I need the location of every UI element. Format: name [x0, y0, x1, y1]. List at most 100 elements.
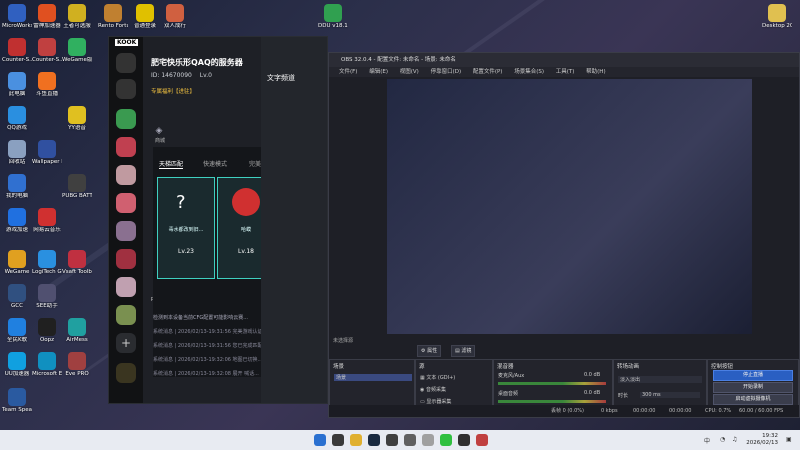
network-icon[interactable]: ◔ [720, 436, 725, 443]
desktop-icon-5[interactable]: 回收站 [2, 140, 32, 166]
desktop-icon-top-2[interactable]: 普通登录 [130, 4, 160, 30]
desktop-icon-c3-6[interactable]: AirMess [62, 318, 92, 344]
desktop-icon-2[interactable]: Counter-S... [2, 38, 32, 64]
server-avatar[interactable] [116, 165, 136, 185]
server-avatar[interactable] [116, 221, 136, 241]
server-avatar[interactable] [116, 193, 136, 213]
menu-file[interactable]: 文件(F) [339, 69, 357, 75]
desktop-icon-c2-5[interactable]: 网易云音乐 [32, 208, 62, 234]
desktop-icon-6[interactable]: 我的电脑 [2, 174, 32, 200]
player-avatar-icon [232, 188, 260, 216]
app-icon [8, 106, 26, 124]
wechat-icon[interactable] [440, 434, 452, 446]
mixer-channel-db: 0.0 dB [584, 390, 601, 396]
start-recording-button[interactable]: 开始录制 [713, 382, 793, 393]
taskbar: 中 ◔ ♫ 19:32 2026/02/13 ▣ [0, 430, 800, 450]
file-explorer-icon[interactable] [350, 434, 362, 446]
desktop-icon-c2-6[interactable]: LogiTech G HUB [32, 250, 62, 276]
desktop-icon-10[interactable]: 全民K歌 [2, 318, 32, 344]
source-item[interactable]: ◉ 音频采集 [420, 386, 446, 393]
desktop-icon-8[interactable]: WeGame [2, 250, 32, 276]
shop-icon[interactable]: ◈ [153, 125, 165, 137]
menu-edit[interactable]: 编辑(E) [369, 69, 388, 75]
server-avatar[interactable] [116, 363, 136, 383]
clock[interactable]: 19:32 2026/02/13 [746, 433, 778, 447]
app-icon [38, 72, 56, 90]
desktop-icon-c3-4[interactable]: PUBG BATTLEGR... [62, 174, 92, 200]
stop-streaming-button[interactable]: 停止直播 [713, 370, 793, 381]
desktop-icon-c2-4[interactable]: Wallpaper Engine [32, 140, 62, 166]
mixer-channel-name: 麦克风/Aux [498, 373, 525, 379]
menu-scene-collection[interactable]: 场景集合(S) [514, 69, 544, 75]
server-avatar[interactable] [116, 277, 136, 297]
desktop-icon-top-3[interactable]: 双人成行 [160, 4, 190, 30]
server-avatar[interactable] [116, 109, 136, 129]
desktop-icon-3[interactable]: 此电脑 [2, 72, 32, 98]
search-icon[interactable] [332, 434, 344, 446]
duration-input[interactable]: 300 ms [640, 392, 700, 398]
source-item[interactable]: ▦ 文本 (GDI+) [420, 374, 455, 381]
app-icon [68, 174, 86, 192]
desktop-icon-right-1[interactable]: Desktop 2025.09.0... [762, 4, 792, 30]
server-avatar[interactable] [116, 305, 136, 325]
desktop-icon-c2-8[interactable]: Oopz [32, 318, 62, 344]
source-item[interactable]: ▭ 显示器采集 [420, 398, 451, 405]
desktop-icon-c2-9[interactable]: Microsoft Edge [32, 352, 62, 378]
tab-ranked[interactable]: 天梯匹配 [159, 159, 184, 169]
virtual-camera-button[interactable]: 启动虚拟摄像机 [713, 394, 793, 405]
desktop-icon-c3-3[interactable]: YY语音 [62, 106, 92, 132]
desktop-icon-c2-1[interactable]: 雷神加速器 [32, 4, 62, 30]
app-icon[interactable] [422, 434, 434, 446]
desktop-icon-7[interactable]: 游戏加速 [2, 208, 32, 234]
desktop-icon-c2-2[interactable]: Counter-S... 2 [32, 38, 62, 64]
menu-help[interactable]: 帮助(H) [586, 69, 605, 75]
app-icon [104, 4, 122, 22]
volume-icon[interactable]: ♫ [732, 436, 737, 443]
server-avatar[interactable] [116, 137, 136, 157]
desktop-icon-c2-3[interactable]: 斗鱼直播 [32, 72, 62, 98]
add-server-button[interactable]: + [116, 333, 136, 353]
desktop-icon-c2-7[interactable]: SEE助手 [32, 284, 62, 310]
desktop-icon-11[interactable]: UU加速器 [2, 352, 32, 378]
menu-view[interactable]: 视图(V) [400, 69, 419, 75]
menu-docks[interactable]: 停靠窗口(D) [431, 69, 462, 75]
unknown-avatar-icon: ? [176, 192, 186, 213]
desktop-icon-9[interactable]: GCC [2, 284, 32, 310]
windows-start-icon[interactable] [314, 434, 326, 446]
desktop-icon-c3-2[interactable]: WeGame版 [62, 38, 92, 64]
filters-button[interactable]: ▤ 滤镜 [451, 345, 476, 357]
desktop-icon-c3-7[interactable]: Eve PRO [62, 352, 92, 378]
desktop-icon-top-4[interactable]: DDU v18.1.2.0 [318, 4, 348, 30]
kook-logo: KOOK [115, 39, 139, 46]
app-icon [324, 4, 342, 22]
scene-item[interactable]: 场景 [334, 374, 412, 381]
obs-preview[interactable] [387, 79, 752, 334]
tab-quick[interactable]: 快速模式 [203, 159, 227, 168]
obs-statusbar: 丢帧 0 (0.0%) 0 kbps 00:00:00 00:00:00 CPU… [329, 405, 799, 417]
desktop-icon-top-1[interactable]: Rento Fortune [98, 4, 128, 30]
server-avatar[interactable] [116, 249, 136, 269]
server-avatar[interactable] [116, 79, 136, 99]
menu-tools[interactable]: 工具(T) [556, 69, 575, 75]
app-icon[interactable] [404, 434, 416, 446]
properties-button[interactable]: ⚙ 属性 [417, 345, 442, 357]
transition-select[interactable]: 淡入淡出 [618, 376, 702, 383]
desktop-icon-1[interactable]: MicroWorks 模拟器 [2, 4, 32, 30]
steam-icon[interactable] [368, 434, 380, 446]
player-name: 毒水都改到旧... [168, 227, 204, 233]
language-indicator[interactable]: 中 [704, 436, 710, 445]
desktop-icon-c3-5[interactable]: Vsaft Toolbox [62, 250, 92, 276]
menu-profile[interactable]: 配置文件(P) [473, 69, 503, 75]
obs-window[interactable]: OBS 32.0.4 - 配置文件: 未命名 - 场景: 未命名 文件(F) 编… [328, 52, 800, 418]
desktop-icon-4[interactable]: QQ游戏 [2, 106, 32, 132]
notification-icon[interactable]: ▣ [786, 436, 792, 443]
app-icon[interactable] [458, 434, 470, 446]
server-avatar[interactable] [116, 53, 136, 73]
dock-title: 场景 [333, 364, 345, 370]
app-icon[interactable] [476, 434, 488, 446]
kook-window[interactable]: KOOK + 肥宅快乐形QAQ的服务器 ID: 14670090 Lv.0 专属… [108, 36, 328, 404]
player-card-1[interactable]: ? 毒水都改到旧... Lv.23 [157, 177, 215, 279]
csgo-icon[interactable] [386, 434, 398, 446]
desktop-icon-c3-1[interactable]: 王者可选服 [62, 4, 92, 30]
desktop-icon-12[interactable]: Team Speak [2, 388, 32, 414]
